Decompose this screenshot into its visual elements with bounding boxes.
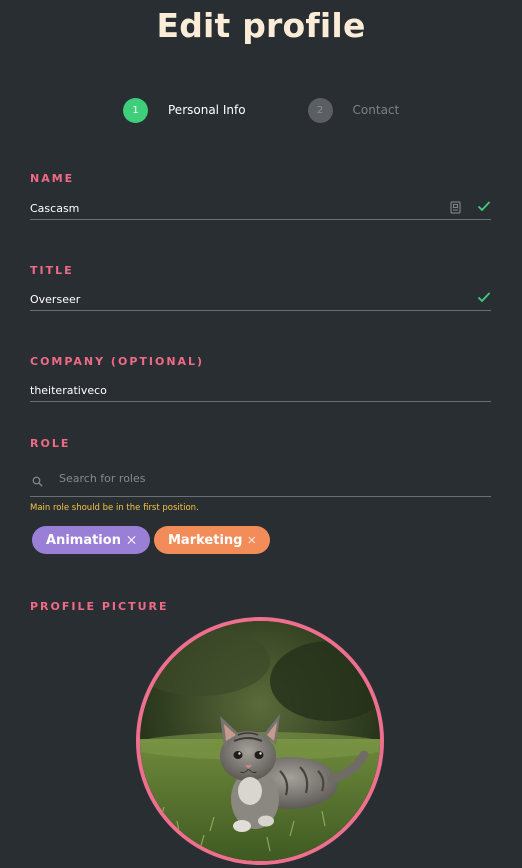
id-card-icon[interactable] [450,201,461,214]
close-icon[interactable] [127,535,136,545]
check-icon [477,201,491,212]
close-icon[interactable] [248,535,256,545]
role-label: ROLE [30,437,71,450]
kitten-photo [140,621,380,861]
role-hint: Main role should be in the first positio… [30,503,199,513]
company-input[interactable]: theiterativeco [30,379,491,402]
title-field: TITLE Overseer [30,264,491,311]
step-number: 2 [307,97,333,123]
role-tags: Animation Marketing [32,526,274,554]
step-contact[interactable]: 2 Contact [307,97,400,123]
name-label: NAME [30,172,75,185]
tag-marketing[interactable]: Marketing [154,526,270,554]
page-title: Edit profile [156,6,366,45]
company-field: COMPANY (OPTIONAL) theiterativeco [30,355,491,402]
tag-label: Animation [46,532,121,548]
step-number: 1 [123,97,148,123]
step-label: Personal Info [168,103,246,117]
step-label: Contact [352,103,400,117]
tag-animation[interactable]: Animation [32,526,150,554]
company-label: COMPANY (OPTIONAL) [30,355,205,368]
name-input[interactable]: Cascasm [30,197,491,220]
tag-label: Marketing [168,532,243,548]
step-personal-info[interactable]: 1 Personal Info [123,97,246,123]
check-icon [477,292,491,303]
role-search-input[interactable]: Search for roles [30,461,491,497]
company-value: theiterativeco [30,384,107,397]
name-field: NAME Cascasm [30,172,491,220]
edit-profile-page: Edit profile 1 Personal Info 2 Contact N… [0,0,522,868]
name-value: Cascasm [30,202,80,215]
stepper: 1 Personal Info 2 Contact [123,97,399,123]
search-icon [32,476,43,487]
search-placeholder: Search for roles [59,472,146,485]
title-input[interactable]: Overseer [30,288,491,311]
title-label: TITLE [30,264,74,277]
role-field: ROLE Search for roles Main role should b… [30,437,491,513]
profile-picture[interactable] [136,617,384,865]
profile-picture-label: PROFILE PICTURE [30,600,169,613]
title-value: Overseer [30,293,81,306]
